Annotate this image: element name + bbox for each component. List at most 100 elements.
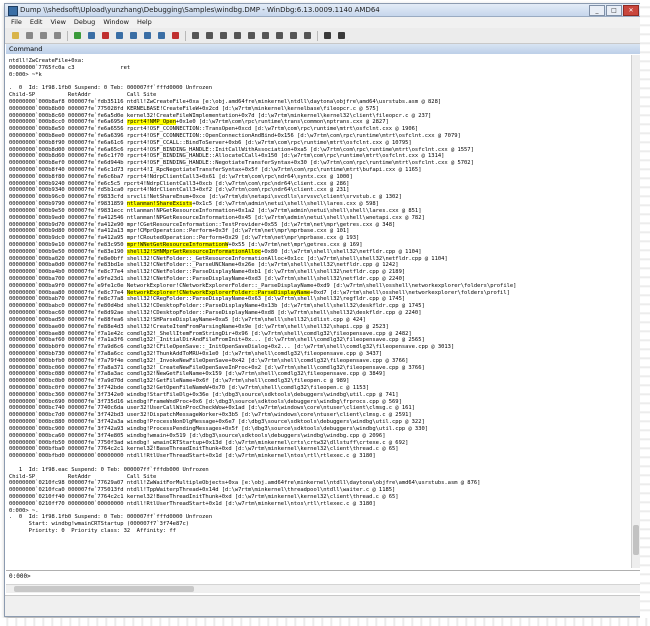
step-out-icon[interactable]: [141, 30, 154, 42]
highlighted-frame: shell32!SHNMprGetResourceInformationAllo…: [126, 248, 262, 255]
horizontal-scrollbar[interactable]: [6, 584, 640, 593]
output-line: 00000000`000bc060 000007fe`f7a8a371 comd…: [9, 364, 425, 371]
torn-edge-bottom: [0, 618, 650, 626]
command-output: ntdll!ZwCreateFile+0xa: 00000000`7765fc0a…: [6, 55, 631, 538]
output-line: 00000000`000bae00 000007fe`fe88e4d3 shel…: [9, 323, 389, 330]
output-line: 00000000`000b9340 000007fe`fd5b1ca0 rpcr…: [9, 187, 350, 194]
output-line: 00000000`000bc080 000007fe`f7a8a3ac comd…: [9, 371, 386, 378]
highlighted-frame: mpr!WNetGetResourceInformationW: [126, 241, 229, 248]
output-line: 1 Id: 1f98.eac Suspend: 0 Teb: 000007ff`…: [9, 466, 209, 473]
output-line: 00000000`000bb730 000007fe`f7a8a6cc comd…: [9, 350, 383, 357]
torn-edge-right: [640, 0, 650, 626]
output-line: 00000000`000b8ee0 000007fe`fe6a6396 rpcr…: [9, 132, 461, 139]
output-line: 00000000`000b8f90 000007fe`fe6a61c6 rpcr…: [9, 139, 412, 146]
output-line: 00000000`000bc900 000007fe`3f742a93 wind…: [9, 425, 429, 432]
output-line: 00000000`000bab70 000007fe`fe8c77a8 shel…: [9, 296, 406, 303]
status-bar: [5, 595, 641, 616]
memory-icon[interactable]: [245, 30, 258, 42]
output-line: 00000000`000b9e50 000007fe`fe83e190 shel…: [9, 248, 422, 255]
breakpoint-icon[interactable]: [169, 30, 182, 42]
output-line: 00000000`000ba020 000007fe`fe8e0bff shel…: [9, 255, 448, 262]
output-line: 00000000`0210fc98 000007fe`77629a07 ntdl…: [9, 480, 481, 487]
copy-icon[interactable]: [37, 30, 50, 42]
font-icon[interactable]: [321, 30, 334, 42]
output-line: 00000000`000b8af8 000007fe`fdb35116 ntdl…: [9, 98, 442, 105]
output-line: 00000000`000b8cc0 000007fe`fe6a695d rpcr…: [9, 119, 389, 126]
windbg-window: Dump \\shedsoft\Upload\yunzhang\Debuggin…: [4, 3, 642, 617]
output-line: 00000000`000b8c60 000007fe`fe6a5d0e kern…: [9, 112, 432, 119]
restart-icon[interactable]: [85, 30, 98, 42]
output-line: 00000000`000babc0 000007fe`fe80d4bd shel…: [9, 303, 425, 310]
command-output-pane[interactable]: ntdll!ZwCreateFile+0xa: 00000000`7765fc0a…: [6, 55, 631, 568]
menu-edit[interactable]: Edit: [30, 17, 43, 28]
step-into-icon[interactable]: [113, 30, 126, 42]
output-line: 00000000`000ba0d0 000007fe`fe83bd1e shel…: [9, 262, 399, 269]
maximize-button[interactable]: □: [606, 5, 622, 16]
scratch-pad-icon[interactable]: [287, 30, 300, 42]
menu-window[interactable]: Window: [103, 17, 129, 28]
vertical-scrollbar[interactable]: [631, 55, 640, 568]
output-line: 00000000`000bc880 000007fe`3f742a3a wind…: [9, 419, 425, 426]
output-line: 00000000`0210ff40 000007fe`7764c2c1 kern…: [9, 494, 399, 500]
toolbar-separator: [67, 30, 68, 41]
output-line: 00000000`000bc0b0 000007fe`f7a9d70d comd…: [9, 378, 350, 385]
open-icon[interactable]: [9, 30, 22, 42]
options-icon[interactable]: [335, 30, 348, 42]
output-line: 00000000`000bc690 000007fe`3f735d16 wind…: [9, 398, 402, 405]
run-to-cursor-icon[interactable]: [155, 30, 168, 42]
toolbar-separator: [317, 30, 318, 41]
output-line: 00000000`000b9dc0 000007fe`fa412a95 mpr!…: [9, 235, 360, 242]
watch-icon[interactable]: [203, 30, 216, 42]
output-line: 00000000`000b96c0 000007fe`f9833cfd srvc…: [9, 194, 402, 201]
title-bar[interactable]: Dump \\shedsoft\Upload\yunzhang\Debuggin…: [5, 4, 641, 17]
output-line: 00000000`000b9d70 000007fe`fa412e90 mpr!…: [9, 221, 396, 228]
call-stack-icon[interactable]: [259, 30, 272, 42]
output-line: . 0 Id: 1f98.1fb0 Suspend: 0 Teb: 000007…: [9, 85, 212, 92]
menu-help[interactable]: Help: [137, 17, 152, 28]
step-over-icon[interactable]: [127, 30, 140, 42]
command-input[interactable]: [36, 572, 636, 581]
output-line: 00000000`000bc0f0 000007fe`3f742bde comd…: [9, 385, 370, 391]
output-line: 00000000`000b8b00 000007fe`775028fd KERN…: [9, 105, 379, 112]
cut-icon[interactable]: [23, 30, 36, 42]
scroll-thumb[interactable]: [633, 525, 639, 555]
stop-icon[interactable]: [99, 30, 112, 42]
output-line: 00000000`000b9e10 000007fe`fe83c950 mpr!…: [9, 241, 363, 248]
output-line: 00000000`000bb0f0 000007fe`f7a9d6c6 comd…: [9, 344, 455, 351]
menu-debug[interactable]: Debug: [74, 17, 95, 28]
command-pane-title: Command: [6, 44, 640, 54]
output-line: 00000000`000bfb50 000007fe`7750f3ad wind…: [9, 439, 409, 446]
output-line: 00000000`000b9240 000007fe`fe6c5c5 rpcrt…: [9, 180, 350, 187]
disassembly-icon[interactable]: [273, 30, 286, 42]
menu-view[interactable]: View: [50, 17, 65, 28]
command-input-row: 0:000>: [6, 570, 640, 583]
output-line: Start: windbg!wmainCRTStartup (000007f7`…: [9, 521, 190, 528]
output-line: 00000000`000bc7d0 000007fe`3f742bd3 user…: [9, 412, 412, 419]
output-line: 00000000`000b8d60 000007fe`fe6c1f70 rpcr…: [9, 153, 445, 160]
output-line: 00000000`000bca60 000007fe`3f74e805 wind…: [9, 432, 386, 439]
source-mode-icon[interactable]: [301, 30, 314, 42]
paste-icon[interactable]: [51, 30, 64, 42]
locals-icon[interactable]: [217, 30, 230, 42]
go-icon[interactable]: [71, 30, 84, 42]
output-line: 00000000`000bad50 000007fe`fe88fea6 shel…: [9, 316, 366, 323]
output-line: 00000000`000baf60 000007fe`f7a1a3f6 comd…: [9, 337, 425, 344]
highlighted-frame: NetworkExplorer!CNetworkExplorerFolder::…: [126, 289, 311, 296]
window-title: Dump \\shedsoft\Upload\yunzhang\Debuggin…: [20, 6, 380, 14]
output-line: 00000000`000b9ed0 000007fe`fa412546 ntla…: [9, 214, 425, 221]
menu-file[interactable]: File: [11, 17, 22, 28]
toolbar-separator: [185, 30, 186, 41]
output-line: 00000000`0210fca0 000007fe`775013fd ntdl…: [9, 487, 396, 494]
scroll-thumb[interactable]: [14, 586, 194, 592]
minimize-button[interactable]: _: [589, 5, 605, 16]
output-line: 00000000`000b8d00 000007fe`fe6a65c6 rpcr…: [9, 146, 474, 153]
registers-icon[interactable]: [231, 30, 244, 42]
window-controls: _ □ ✕: [589, 5, 639, 16]
toolbar: [5, 28, 641, 44]
output-line: 00000000`000ba4b0 000007fe`fe8c77e4 shel…: [9, 269, 406, 276]
command-prompt: 0:000>: [9, 573, 31, 580]
close-button[interactable]: ✕: [623, 5, 639, 16]
command-window-icon[interactable]: [189, 30, 202, 42]
